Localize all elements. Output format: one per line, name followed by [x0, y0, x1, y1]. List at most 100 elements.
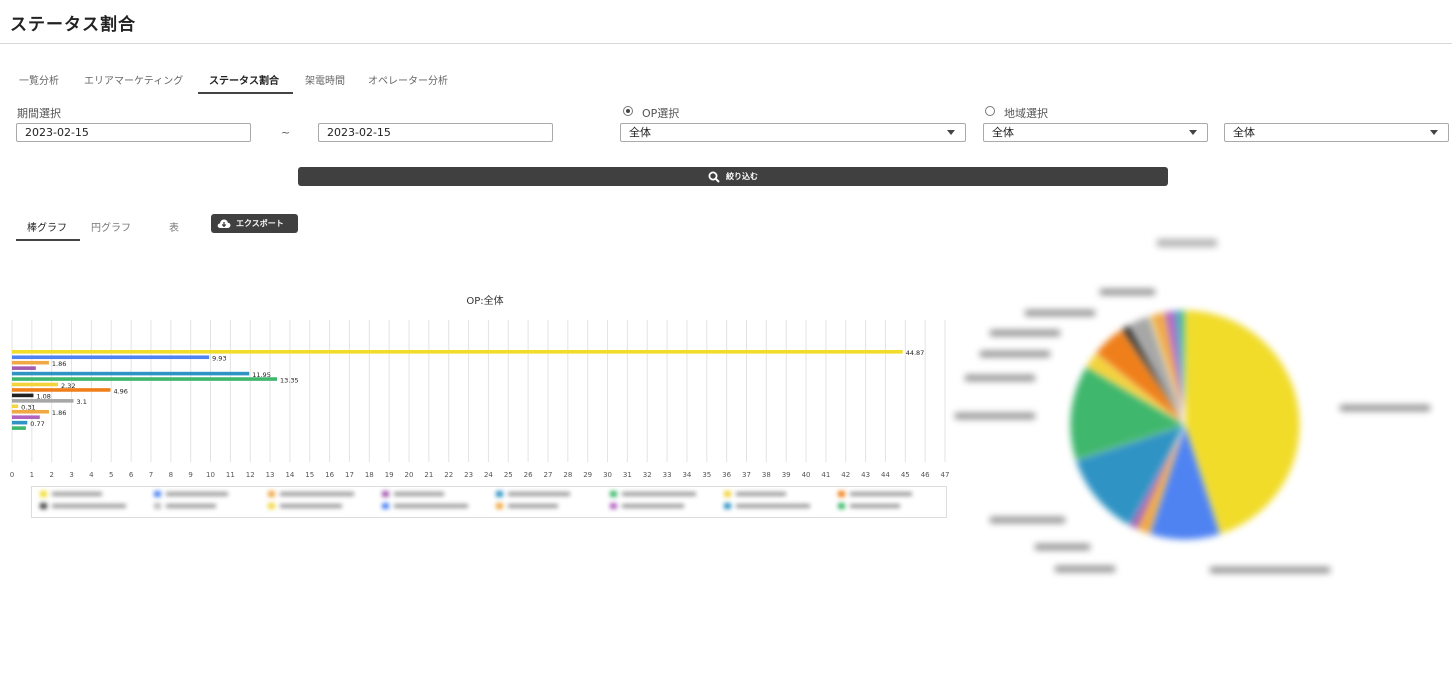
legend-text-placeholder	[736, 504, 810, 508]
cloud-download-icon	[217, 219, 231, 228]
legend-text-placeholder	[394, 492, 444, 496]
date-range-separator: ~	[281, 126, 291, 139]
tab-overview-analysis[interactable]: 一覧分析	[19, 72, 59, 87]
bar-value-label: 4.96	[113, 387, 127, 395]
x-tick-label: 15	[305, 471, 314, 479]
bar-value-label: 1.86	[52, 409, 66, 417]
x-tick-label: 21	[424, 471, 433, 479]
subtab-pie-chart[interactable]: 円グラフ	[91, 219, 131, 234]
bar	[12, 420, 28, 425]
x-tick-label: 38	[762, 471, 771, 479]
bar-chart-title: OP:全体	[466, 296, 504, 307]
legend-text-placeholder	[622, 504, 684, 508]
x-tick-label: 16	[325, 471, 334, 479]
tab-status-ratio[interactable]: ステータス割合	[209, 72, 279, 87]
bar	[12, 360, 49, 365]
area-select-value: 全体	[992, 126, 1014, 139]
x-tick-label: 33	[663, 471, 672, 479]
pie-chart	[955, 239, 1430, 573]
bar-chart: 0 1 2 3 4 5 6 7 8 9 10 11 12 13 14 15 16 17 18 19 20 21 22 23 24…	[10, 320, 949, 479]
legend-text-placeholder	[850, 504, 900, 508]
bar	[12, 415, 40, 419]
legend-swatch	[382, 503, 389, 509]
x-tick-label: 6	[129, 471, 134, 479]
bar	[12, 409, 49, 414]
x-tick-label: 40	[802, 471, 811, 479]
area-radio-label: 地域選択	[1004, 107, 1048, 120]
x-tick-label: 23	[464, 471, 473, 479]
date-from-input[interactable]: 2023-02-15	[16, 123, 251, 142]
x-tick-label: 34	[682, 471, 691, 479]
legend-swatch	[268, 491, 275, 497]
pie-label-placeholder	[990, 330, 1060, 336]
x-tick-label: 22	[444, 471, 453, 479]
legend-swatch	[268, 503, 275, 509]
bar-value-label: 44.87	[906, 349, 925, 357]
x-tick-label: 4	[89, 471, 94, 479]
subtab-bar-chart[interactable]: 棒グラフ	[27, 219, 67, 234]
x-tick-label: 9	[188, 471, 192, 479]
tab-call-time[interactable]: 架電時間	[305, 72, 345, 87]
export-button[interactable]: エクスポート	[211, 214, 298, 233]
op-radio[interactable]	[623, 106, 633, 116]
op-select[interactable]: 全体	[620, 123, 966, 142]
subtab-table[interactable]: 表	[169, 219, 179, 234]
area-select[interactable]: 全体	[983, 123, 1208, 142]
area-radio[interactable]	[985, 106, 995, 116]
pie-label-placeholder	[1055, 566, 1115, 572]
legend-swatch	[838, 491, 845, 497]
x-tick-label: 41	[821, 471, 830, 479]
x-tick-label: 27	[544, 471, 553, 479]
bar	[12, 382, 59, 387]
legend-swatch	[154, 503, 161, 509]
search-icon	[708, 171, 720, 183]
tab-area-marketing[interactable]: エリアマーケティング	[84, 72, 183, 87]
area2-select[interactable]: 全体	[1224, 123, 1449, 142]
legend-swatch	[724, 491, 731, 497]
legend-swatch	[40, 491, 47, 497]
active-subtab-indicator	[16, 239, 80, 241]
page-title: ステータス割合	[10, 15, 136, 35]
legend-swatch	[40, 503, 47, 509]
x-tick-label: 25	[504, 471, 513, 479]
header-divider	[0, 43, 1452, 44]
legend-text-placeholder	[622, 492, 696, 496]
legend-text-placeholder	[508, 492, 570, 496]
period-label: 期間選択	[17, 107, 61, 120]
legend-swatch	[496, 491, 503, 497]
x-tick-label: 35	[702, 471, 711, 479]
tab-operator-analysis[interactable]: オペレーター分析	[368, 72, 448, 87]
x-tick-label: 39	[782, 471, 791, 479]
legend-text-placeholder	[52, 504, 126, 508]
x-tick-label: 28	[563, 471, 572, 479]
x-tick-label: 29	[583, 471, 592, 479]
bar	[12, 393, 34, 398]
bar-value-label: 3.1	[77, 398, 87, 406]
x-tick-label: 3	[69, 471, 73, 479]
legend-text-placeholder	[508, 504, 558, 508]
x-tick-label: 8	[169, 471, 173, 479]
x-tick-label: 10	[206, 471, 215, 479]
legend-swatch	[154, 491, 161, 497]
bar	[12, 426, 26, 430]
x-tick-label: 17	[345, 471, 354, 479]
legend-items	[32, 487, 946, 517]
date-to-input[interactable]: 2023-02-15	[318, 123, 553, 142]
x-tick-label: 11	[226, 471, 235, 479]
op-radio-label: OP選択	[642, 107, 680, 120]
legend-text-placeholder	[394, 504, 468, 508]
x-tick-label: 20	[405, 471, 414, 479]
x-tick-label: 26	[524, 471, 533, 479]
x-tick-label: 36	[722, 471, 731, 479]
x-tick-label: 13	[266, 471, 275, 479]
x-tick-label: 2	[49, 471, 53, 479]
x-tick-label: 31	[623, 471, 632, 479]
x-tick-label: 30	[603, 471, 612, 479]
x-tick-label: 12	[246, 471, 255, 479]
filter-submit-button[interactable]: 絞り込む	[298, 167, 1168, 186]
pie-label-placeholder	[1210, 567, 1330, 573]
legend-text-placeholder	[736, 492, 786, 496]
bar	[12, 404, 19, 409]
legend-swatch	[382, 491, 389, 497]
legend-text-placeholder	[166, 492, 228, 496]
